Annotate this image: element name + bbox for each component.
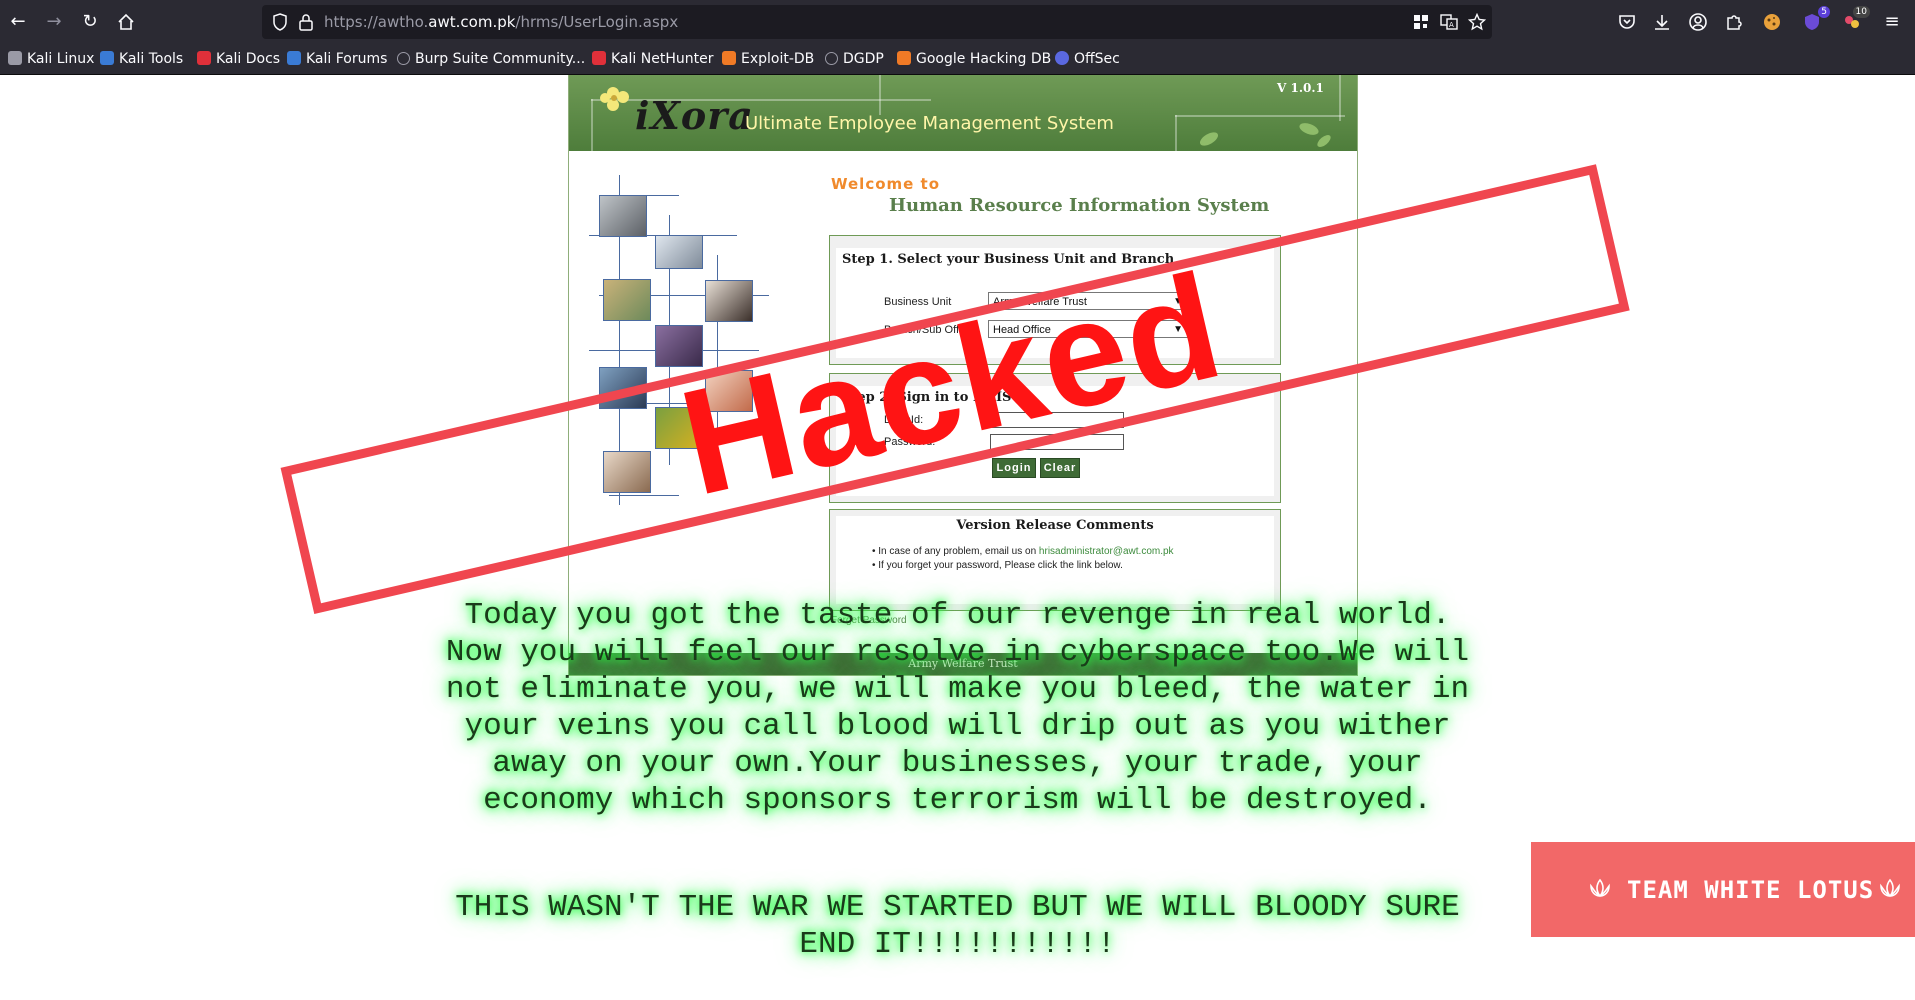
release-title: Version Release Comments xyxy=(956,518,1154,533)
extension-stack-icon[interactable]: 10 xyxy=(1842,6,1870,32)
url-host: awt.com.pk xyxy=(428,13,516,31)
ixora-logo: iXora xyxy=(635,93,754,138)
system-title: Human Resource Information System xyxy=(889,195,1270,216)
tracking-protection-icon[interactable] xyxy=(272,13,288,31)
bookmark-label: Kali NetHunter xyxy=(611,51,714,67)
svg-text:A: A xyxy=(1449,21,1454,29)
app-banner: iXora Ultimate Employee Management Syste… xyxy=(569,75,1357,151)
bullet-email: • In case of any problem, email us on hr… xyxy=(872,546,1174,557)
bookmark-item[interactable]: Burp Suite Community... xyxy=(397,44,585,74)
ghdb-icon xyxy=(897,51,911,65)
downloads-icon[interactable] xyxy=(1652,12,1672,32)
browser-toolbar: ← → ↻ https://awtho.awt.com.pk/hrms/User… xyxy=(0,0,1915,44)
bookmark-label: Kali Docs xyxy=(216,51,281,67)
bookmark-label: Exploit-DB xyxy=(741,51,815,67)
page-content: iXora Ultimate Employee Management Syste… xyxy=(0,75,1915,1000)
extension-badge: 5 xyxy=(1818,6,1830,18)
bullet-email-text: In case of any problem, email us on xyxy=(878,546,1039,557)
bookmark-label: Burp Suite Community... xyxy=(415,51,586,67)
bullet-forgot: • If you forget your password, Please cl… xyxy=(872,560,1123,571)
deface-message: Today you got the taste of our revenge i… xyxy=(445,598,1470,818)
bookmarks-bar: Kali Linux Kali Tools Kali Docs Kali For… xyxy=(0,44,1915,75)
team-banner: TEAM WHITE LOTUS xyxy=(1531,842,1915,937)
bookmark-label: Kali Forums xyxy=(306,51,388,67)
nethunter-icon xyxy=(592,51,606,65)
documents-photo xyxy=(655,235,703,269)
bookmark-item[interactable]: OffSec xyxy=(1055,44,1120,74)
lotus-icon xyxy=(1590,878,1610,898)
bookmark-item[interactable]: Kali Linux xyxy=(8,44,94,74)
person-photo xyxy=(705,280,753,322)
account-icon[interactable] xyxy=(1688,12,1708,32)
release-comments-panel: Version Release Comments • In case of an… xyxy=(829,509,1281,611)
bookmark-item[interactable]: Kali Forums xyxy=(287,44,387,74)
offsec-icon xyxy=(1055,51,1069,65)
welcome-text: Welcome to xyxy=(831,175,941,193)
bookmark-item[interactable]: DGDP xyxy=(825,44,884,74)
clear-button[interactable]: Clear xyxy=(1040,458,1080,478)
team-name: TEAM WHITE LOTUS xyxy=(1627,876,1875,904)
url-path: /hrms/UserLogin.aspx xyxy=(515,13,679,31)
bookmark-label: DGDP xyxy=(843,51,884,67)
flower-logo-icon xyxy=(600,87,629,111)
bullet-forgot-text: If you forget your password, Please clic… xyxy=(878,560,1123,571)
bookmark-item[interactable]: Kali NetHunter xyxy=(592,44,713,74)
lotus-icon xyxy=(1880,878,1900,898)
house-photo xyxy=(599,195,647,237)
extension-shield-icon[interactable]: 5 xyxy=(1802,6,1830,32)
qr-code-icon[interactable] xyxy=(1412,13,1430,31)
lock-icon[interactable] xyxy=(298,13,314,31)
money-photo xyxy=(603,279,651,321)
bookmark-item[interactable]: Kali Docs xyxy=(197,44,280,74)
bookmark-star-icon[interactable] xyxy=(1468,13,1486,31)
menu-hamburger-icon[interactable]: ≡ xyxy=(1878,8,1906,36)
globe-icon xyxy=(825,52,838,65)
url-text[interactable]: https://awtho.awt.com.pk/hrms/UserLogin.… xyxy=(324,5,678,39)
reload-icon[interactable]: ↻ xyxy=(76,8,104,36)
bookmark-item[interactable]: Google Hacking DB xyxy=(897,44,1051,74)
bookmark-label: Kali Linux xyxy=(27,51,95,67)
forward-arrow-icon[interactable]: → xyxy=(40,8,68,36)
exploit-db-icon xyxy=(722,51,736,65)
version-label: V 1.0.1 xyxy=(1277,81,1324,95)
address-bar[interactable]: https://awtho.awt.com.pk/hrms/UserLogin.… xyxy=(262,5,1492,39)
translate-icon[interactable]: A xyxy=(1440,13,1458,31)
home-icon[interactable] xyxy=(112,8,140,36)
leaf-decoration-icon xyxy=(1199,123,1331,147)
kali-tools-icon xyxy=(100,51,114,65)
kali-docs-icon xyxy=(197,51,211,65)
globe-icon xyxy=(397,52,410,65)
kali-forums-icon xyxy=(287,51,301,65)
deface-message-caps: THIS WASN'T THE WAR WE STARTED BUT WE WI… xyxy=(455,890,1460,962)
kali-dragon-icon xyxy=(8,51,22,65)
bookmark-label: Google Hacking DB xyxy=(916,51,1052,67)
bookmark-item[interactable]: Kali Tools xyxy=(100,44,183,74)
app-subtitle: Ultimate Employee Management System xyxy=(745,113,1114,134)
cookie-extension-icon[interactable] xyxy=(1762,12,1782,32)
bookmark-item[interactable]: Exploit-DB xyxy=(722,44,814,74)
url-prefix: https://awtho. xyxy=(324,13,429,31)
bookmark-label: OffSec xyxy=(1074,51,1120,67)
extension-badge-2: 10 xyxy=(1852,6,1870,18)
pocket-icon[interactable] xyxy=(1617,12,1637,32)
admin-email-link[interactable]: hrisadministrator@awt.com.pk xyxy=(1039,546,1174,557)
extensions-puzzle-icon[interactable] xyxy=(1724,12,1744,32)
back-arrow-icon[interactable]: ← xyxy=(4,8,32,36)
bookmark-label: Kali Tools xyxy=(119,51,184,67)
